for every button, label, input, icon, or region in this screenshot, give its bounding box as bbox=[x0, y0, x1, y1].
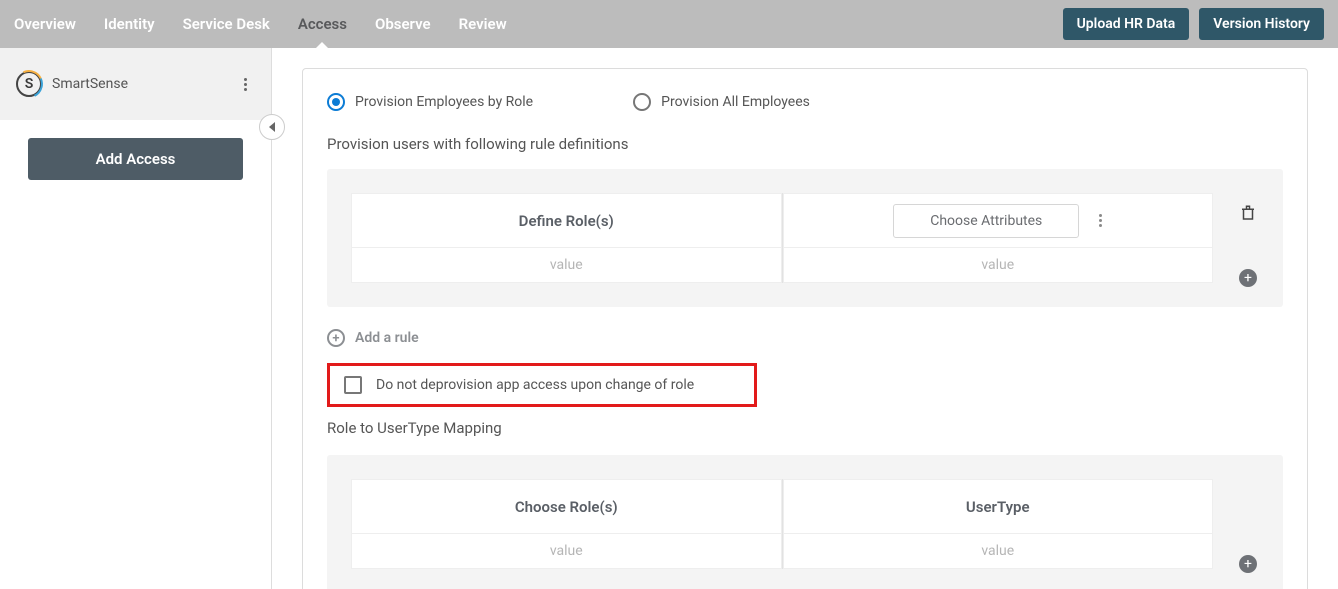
add-row-icon[interactable]: + bbox=[1239, 269, 1257, 287]
version-history-button[interactable]: Version History bbox=[1199, 8, 1324, 40]
role-usertype-box: Choose Role(s) value UserType value + bbox=[327, 455, 1283, 589]
radio-all-label: Provision All Employees bbox=[661, 94, 810, 110]
add-rule-label: Add a rule bbox=[355, 330, 419, 346]
access-panel: Provision Employees by Role Provision Al… bbox=[302, 68, 1308, 589]
nav-tabs: Overview Identity Service Desk Access Ob… bbox=[14, 15, 507, 33]
rule-intro-text: Provision users with following rule defi… bbox=[327, 135, 1283, 153]
usertype-header: UserType bbox=[966, 498, 1030, 516]
app-name: SmartSense bbox=[52, 76, 235, 92]
define-roles-value-cell[interactable]: value bbox=[351, 247, 782, 283]
main-content: Provision Employees by Role Provision Al… bbox=[272, 48, 1338, 589]
rule-more-icon[interactable] bbox=[1099, 214, 1102, 227]
role-usertype-heading: Role to UserType Mapping bbox=[327, 419, 1283, 437]
tab-service-desk[interactable]: Service Desk bbox=[183, 15, 270, 33]
delete-rule-icon[interactable] bbox=[1239, 203, 1257, 227]
rule-definition-box: Define Role(s) value Choose Attributes v… bbox=[327, 169, 1283, 307]
top-actions: Upload HR Data Version History bbox=[1063, 8, 1324, 40]
radio-by-role-label: Provision Employees by Role bbox=[355, 94, 533, 110]
top-nav: Overview Identity Service Desk Access Ob… bbox=[0, 0, 1338, 48]
deprovision-label: Do not deprovision app access upon chang… bbox=[376, 377, 694, 393]
choose-roles-value-cell[interactable]: value bbox=[351, 533, 782, 569]
sidebar: S SmartSense Add Access bbox=[0, 48, 272, 589]
choose-roles-header: Choose Role(s) bbox=[515, 498, 618, 516]
plus-circle-icon: + bbox=[327, 329, 345, 347]
radio-provision-by-role[interactable]: Provision Employees by Role bbox=[327, 93, 533, 111]
chevron-left-icon bbox=[269, 122, 275, 132]
choose-attributes-button[interactable]: Choose Attributes bbox=[893, 204, 1079, 238]
collapse-sidebar-button[interactable] bbox=[259, 114, 285, 140]
provision-mode-radios: Provision Employees by Role Provision Al… bbox=[327, 93, 1283, 111]
deprovision-option-highlight: Do not deprovision app access upon chang… bbox=[327, 363, 757, 407]
tab-observe[interactable]: Observe bbox=[375, 15, 431, 33]
tab-identity[interactable]: Identity bbox=[104, 15, 155, 33]
tab-overview[interactable]: Overview bbox=[14, 15, 76, 33]
sidebar-header: S SmartSense bbox=[0, 48, 271, 120]
deprovision-checkbox[interactable] bbox=[344, 376, 362, 394]
attributes-value-cell[interactable]: value bbox=[783, 247, 1214, 283]
tab-review[interactable]: Review bbox=[459, 15, 507, 33]
define-roles-header: Define Role(s) bbox=[519, 212, 614, 230]
usertype-value-cell[interactable]: value bbox=[783, 533, 1214, 569]
sidebar-more-icon[interactable] bbox=[235, 74, 255, 94]
add-rule-button[interactable]: + Add a rule bbox=[327, 329, 1283, 347]
tab-access[interactable]: Access bbox=[298, 15, 347, 33]
radio-provision-all[interactable]: Provision All Employees bbox=[633, 93, 810, 111]
upload-hr-button[interactable]: Upload HR Data bbox=[1063, 8, 1190, 40]
app-logo-icon: S bbox=[16, 71, 42, 97]
add-access-button[interactable]: Add Access bbox=[28, 138, 243, 180]
add-mapping-row-icon[interactable]: + bbox=[1239, 555, 1257, 573]
